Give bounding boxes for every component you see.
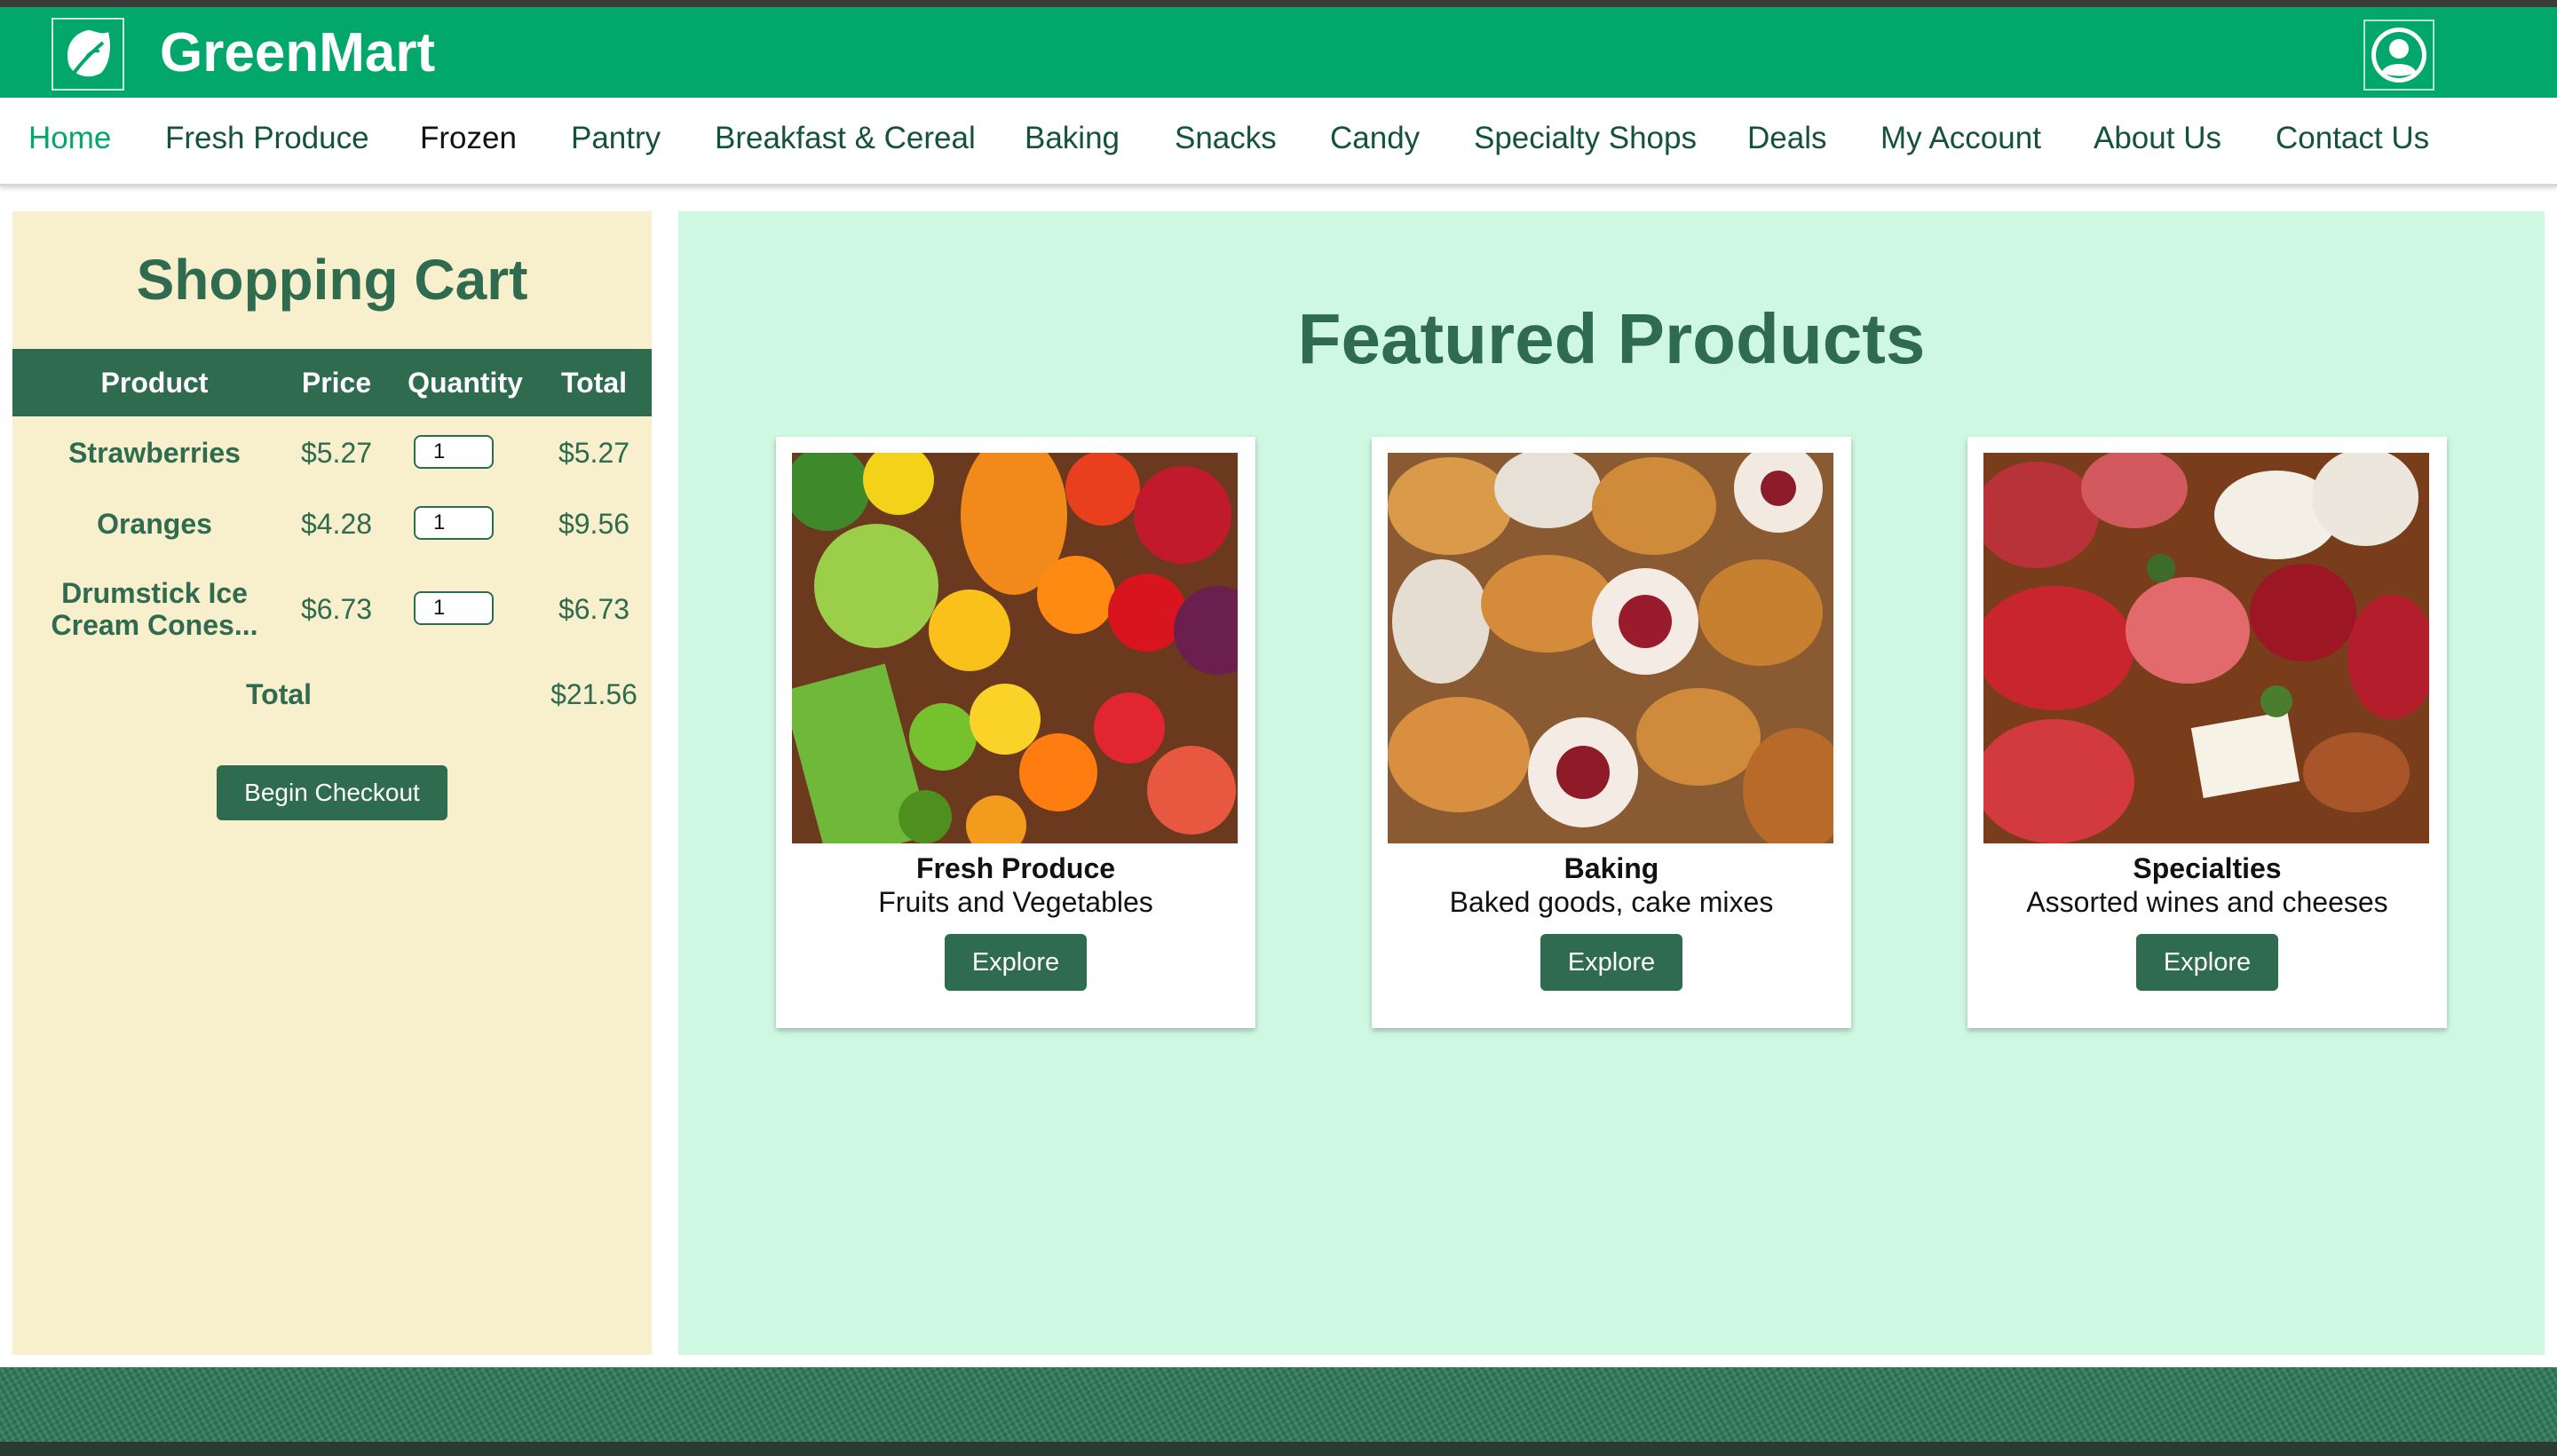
- explore-button[interactable]: Explore: [945, 934, 1087, 991]
- card-title: Specialties: [2133, 852, 2282, 884]
- cart-row-total: $5.27: [558, 437, 630, 469]
- col-product: Product: [100, 367, 209, 399]
- fresh-produce-image: [792, 453, 1238, 843]
- quantity-input[interactable]: [414, 591, 494, 625]
- main-nav: Home Fresh Produce Frozen Pantry Breakfa…: [0, 98, 2557, 186]
- cart-row-total: $9.56: [558, 508, 630, 540]
- product-card: Baking Baked goods, cake mixes Explore: [1372, 437, 1851, 1028]
- cart-row-price: $4.28: [300, 508, 373, 540]
- nav-candy[interactable]: Candy: [1330, 121, 1420, 156]
- window-top-strip: [0, 0, 2557, 7]
- explore-button[interactable]: Explore: [1540, 934, 1682, 991]
- quantity-input[interactable]: [414, 435, 494, 469]
- card-subtitle: Assorted wines and cheeses: [2026, 886, 2388, 918]
- quantity-input[interactable]: [414, 506, 494, 540]
- nav-pantry[interactable]: Pantry: [571, 121, 661, 156]
- nav-specialty-shops[interactable]: Specialty Shops: [1474, 121, 1697, 156]
- site-header: GreenMart: [0, 7, 2557, 98]
- logo[interactable]: [51, 18, 124, 91]
- card-title: Baking: [1563, 852, 1659, 884]
- cart-row-product-line2: Cream Cones...: [51, 609, 258, 641]
- card-title: Fresh Produce: [915, 852, 1116, 884]
- card-subtitle: Baked goods, cake mixes: [1449, 886, 1774, 918]
- cart-row-product-line1: Drumstick Ice: [61, 577, 248, 609]
- nav-snacks[interactable]: Snacks: [1175, 121, 1277, 156]
- cart-total-label: Total: [245, 678, 313, 710]
- cart-title: Shopping Cart: [136, 248, 528, 312]
- nav-baking[interactable]: Baking: [1025, 121, 1120, 156]
- cart-row-product: Oranges: [97, 508, 212, 540]
- specialties-image: [1983, 453, 2429, 843]
- cart-table-header: Product Price Quantity Total: [12, 349, 652, 416]
- col-quantity: Quantity: [408, 367, 523, 399]
- nav-deals[interactable]: Deals: [1747, 121, 1826, 156]
- baking-image: [1388, 453, 1833, 843]
- nav-my-account[interactable]: My Account: [1880, 121, 2041, 156]
- nav-frozen[interactable]: Frozen: [420, 121, 517, 156]
- nav-contact-us[interactable]: Contact Us: [2276, 121, 2429, 156]
- cart-row-product: Strawberries: [68, 437, 241, 469]
- leaf-icon: [67, 30, 110, 77]
- user-avatar-icon: [2371, 28, 2426, 83]
- featured-title: Featured Products: [1297, 299, 1926, 378]
- product-card: Fresh Produce Fruits and Vegetables Expl…: [776, 437, 1255, 1028]
- begin-checkout-button[interactable]: Begin Checkout: [217, 765, 447, 820]
- explore-button[interactable]: Explore: [2136, 934, 2278, 991]
- col-total: Total: [560, 367, 628, 399]
- featured-products-panel: Featured Products Fresh Produce Fruits a…: [678, 211, 2545, 1355]
- cart-row-total: $6.73: [558, 593, 630, 625]
- nav-breakfast-cereal[interactable]: Breakfast & Cereal: [715, 121, 976, 156]
- nav-fresh-produce[interactable]: Fresh Produce: [165, 121, 369, 156]
- cart-row-price: $6.73: [300, 593, 373, 625]
- cart-row-price: $5.27: [300, 437, 373, 469]
- footer-bottom-bar: [0, 1442, 2557, 1456]
- cart-total-value: $21.56: [550, 678, 637, 710]
- brand-name[interactable]: GreenMart: [160, 22, 435, 83]
- account-button[interactable]: [2363, 20, 2434, 91]
- nav-about-us[interactable]: About Us: [2094, 121, 2221, 156]
- nav-home[interactable]: Home: [28, 121, 111, 156]
- card-subtitle: Fruits and Vegetables: [878, 886, 1153, 918]
- shopping-cart-panel: Shopping Cart Product Price Quantity Tot…: [12, 211, 652, 1355]
- col-price: Price: [301, 367, 372, 399]
- product-card: Specialties Assorted wines and cheeses E…: [1967, 437, 2447, 1028]
